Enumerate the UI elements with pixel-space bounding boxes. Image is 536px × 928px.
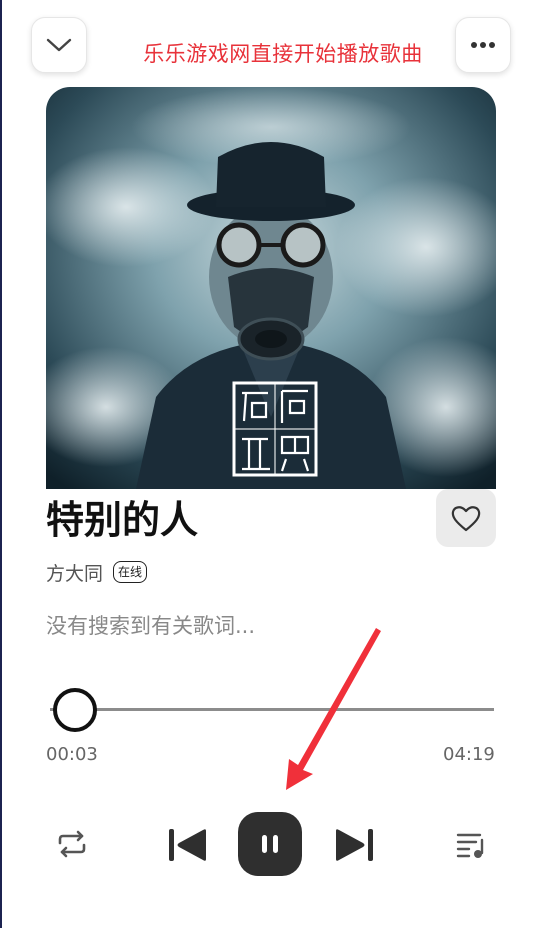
playlist-button[interactable]: [449, 822, 493, 866]
duration-time: 04:19: [443, 744, 495, 765]
more-button[interactable]: [455, 17, 511, 73]
like-button[interactable]: [436, 489, 496, 547]
previous-button[interactable]: [164, 822, 212, 868]
playlist-icon: [456, 833, 484, 858]
online-badge: 在线: [113, 561, 148, 583]
progress-knob[interactable]: [53, 688, 98, 732]
progress-track[interactable]: [50, 708, 494, 711]
pause-icon: [262, 835, 278, 853]
more-horizontal-icon: [471, 42, 495, 48]
skip-previous-icon: [169, 829, 206, 861]
pause-button[interactable]: [238, 812, 302, 876]
skip-next-icon: [336, 829, 373, 861]
chevron-down-icon: [46, 38, 72, 52]
album-cover: 危险世界: [46, 87, 496, 489]
collapse-button[interactable]: [31, 17, 87, 73]
lyrics-text[interactable]: 没有搜索到有关歌词...: [46, 610, 255, 642]
artist-row: 方大同 在线: [46, 558, 148, 586]
song-title: 特别的人: [46, 498, 199, 542]
repeat-button[interactable]: [50, 822, 94, 866]
current-time: 00:03: [46, 744, 98, 765]
artist-name[interactable]: 方大同: [46, 559, 103, 586]
heart-outline-icon: [451, 505, 481, 531]
next-button[interactable]: [330, 822, 378, 868]
banner-text: 乐乐游戏网直接开始播放歌曲: [143, 42, 423, 66]
repeat-icon: [58, 830, 86, 858]
